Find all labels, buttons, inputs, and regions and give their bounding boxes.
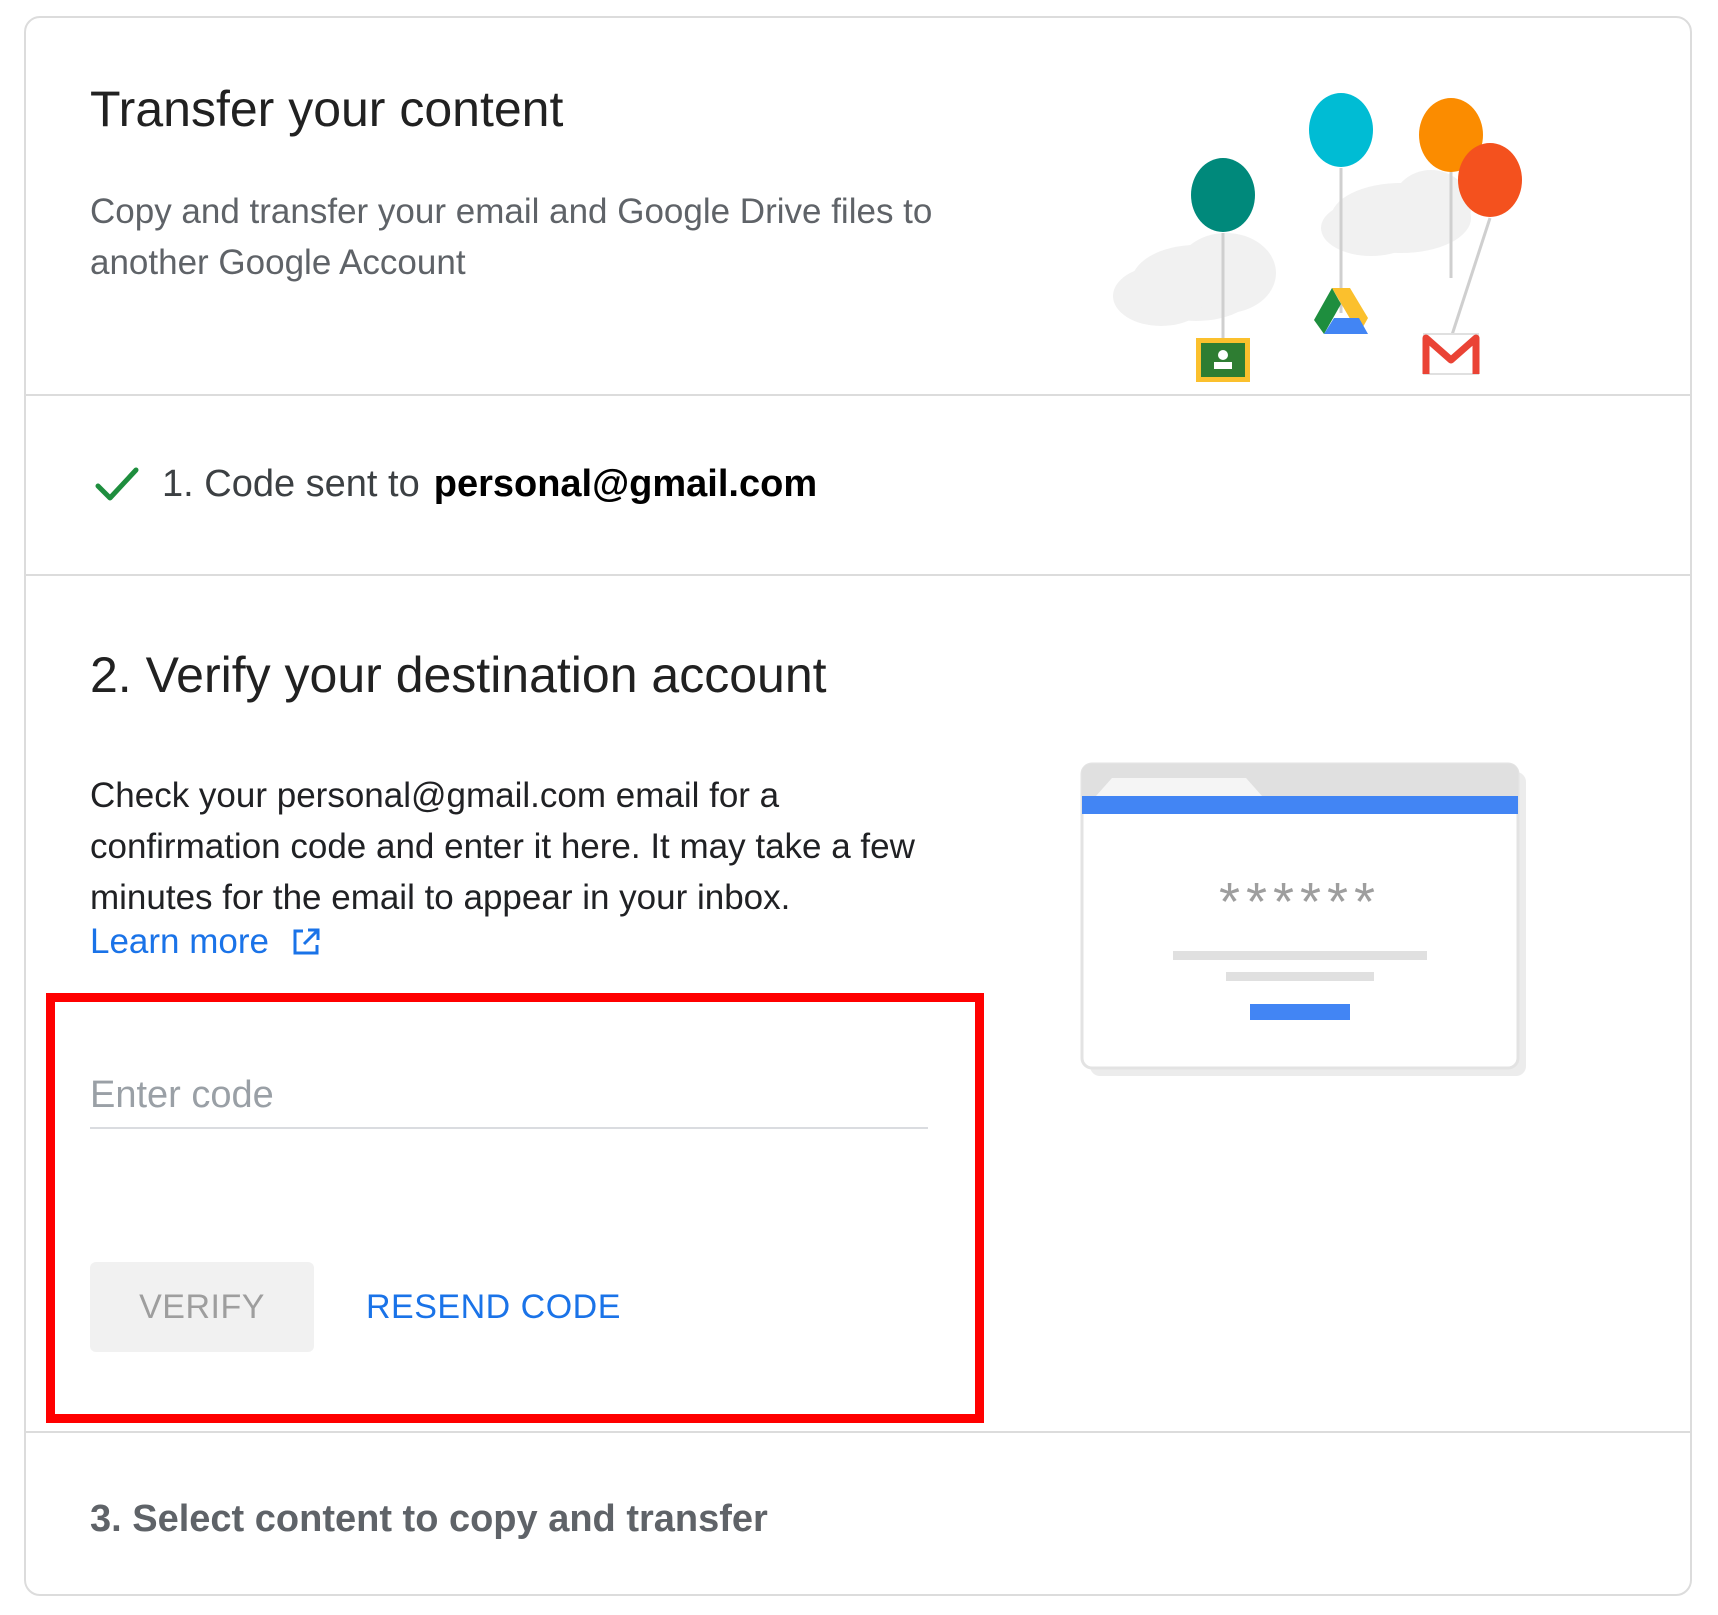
check-icon xyxy=(95,467,139,501)
divider xyxy=(26,574,1690,576)
gmail-icon xyxy=(1422,333,1480,375)
destination-email: personal@gmail.com xyxy=(433,462,818,505)
cloud-icon xyxy=(1113,170,1471,326)
divider xyxy=(26,394,1690,396)
balloons-illustration xyxy=(1113,93,1522,382)
balloon-teal xyxy=(1191,158,1255,232)
browser-illustration: ****** xyxy=(1080,762,1526,1076)
learn-more-label: Learn more xyxy=(90,922,269,961)
divider xyxy=(26,1431,1690,1433)
balloon-red xyxy=(1458,143,1522,217)
page-title: Transfer your content xyxy=(90,81,564,137)
page-subtitle: Copy and transfer your email and Google … xyxy=(90,192,933,282)
code-input[interactable] xyxy=(90,1063,928,1129)
masked-code-text: ****** xyxy=(1219,872,1381,932)
transfer-card: Transfer your content Copy and transfer … xyxy=(24,16,1692,1596)
verify-button[interactable]: VERIFY xyxy=(90,1262,314,1352)
external-link-icon xyxy=(293,928,320,955)
learn-more-link[interactable]: Learn more xyxy=(90,922,321,962)
step-3-title: 3. Select content to copy and transfer xyxy=(90,1498,768,1540)
step-1-label: 1. Code sent to xyxy=(162,462,420,505)
step-1-row: 1. Code sent to personal@gmail.com xyxy=(90,458,817,510)
resend-code-button[interactable]: RESEND CODE xyxy=(352,1262,635,1352)
browser-bar xyxy=(1082,796,1518,814)
step-2-title: 2. Verify your destination account xyxy=(90,647,827,703)
classroom-icon xyxy=(1196,338,1250,382)
balloon-cyan xyxy=(1309,93,1373,167)
step-2-instructions: Check your personal@gmail.com email for … xyxy=(90,776,915,917)
